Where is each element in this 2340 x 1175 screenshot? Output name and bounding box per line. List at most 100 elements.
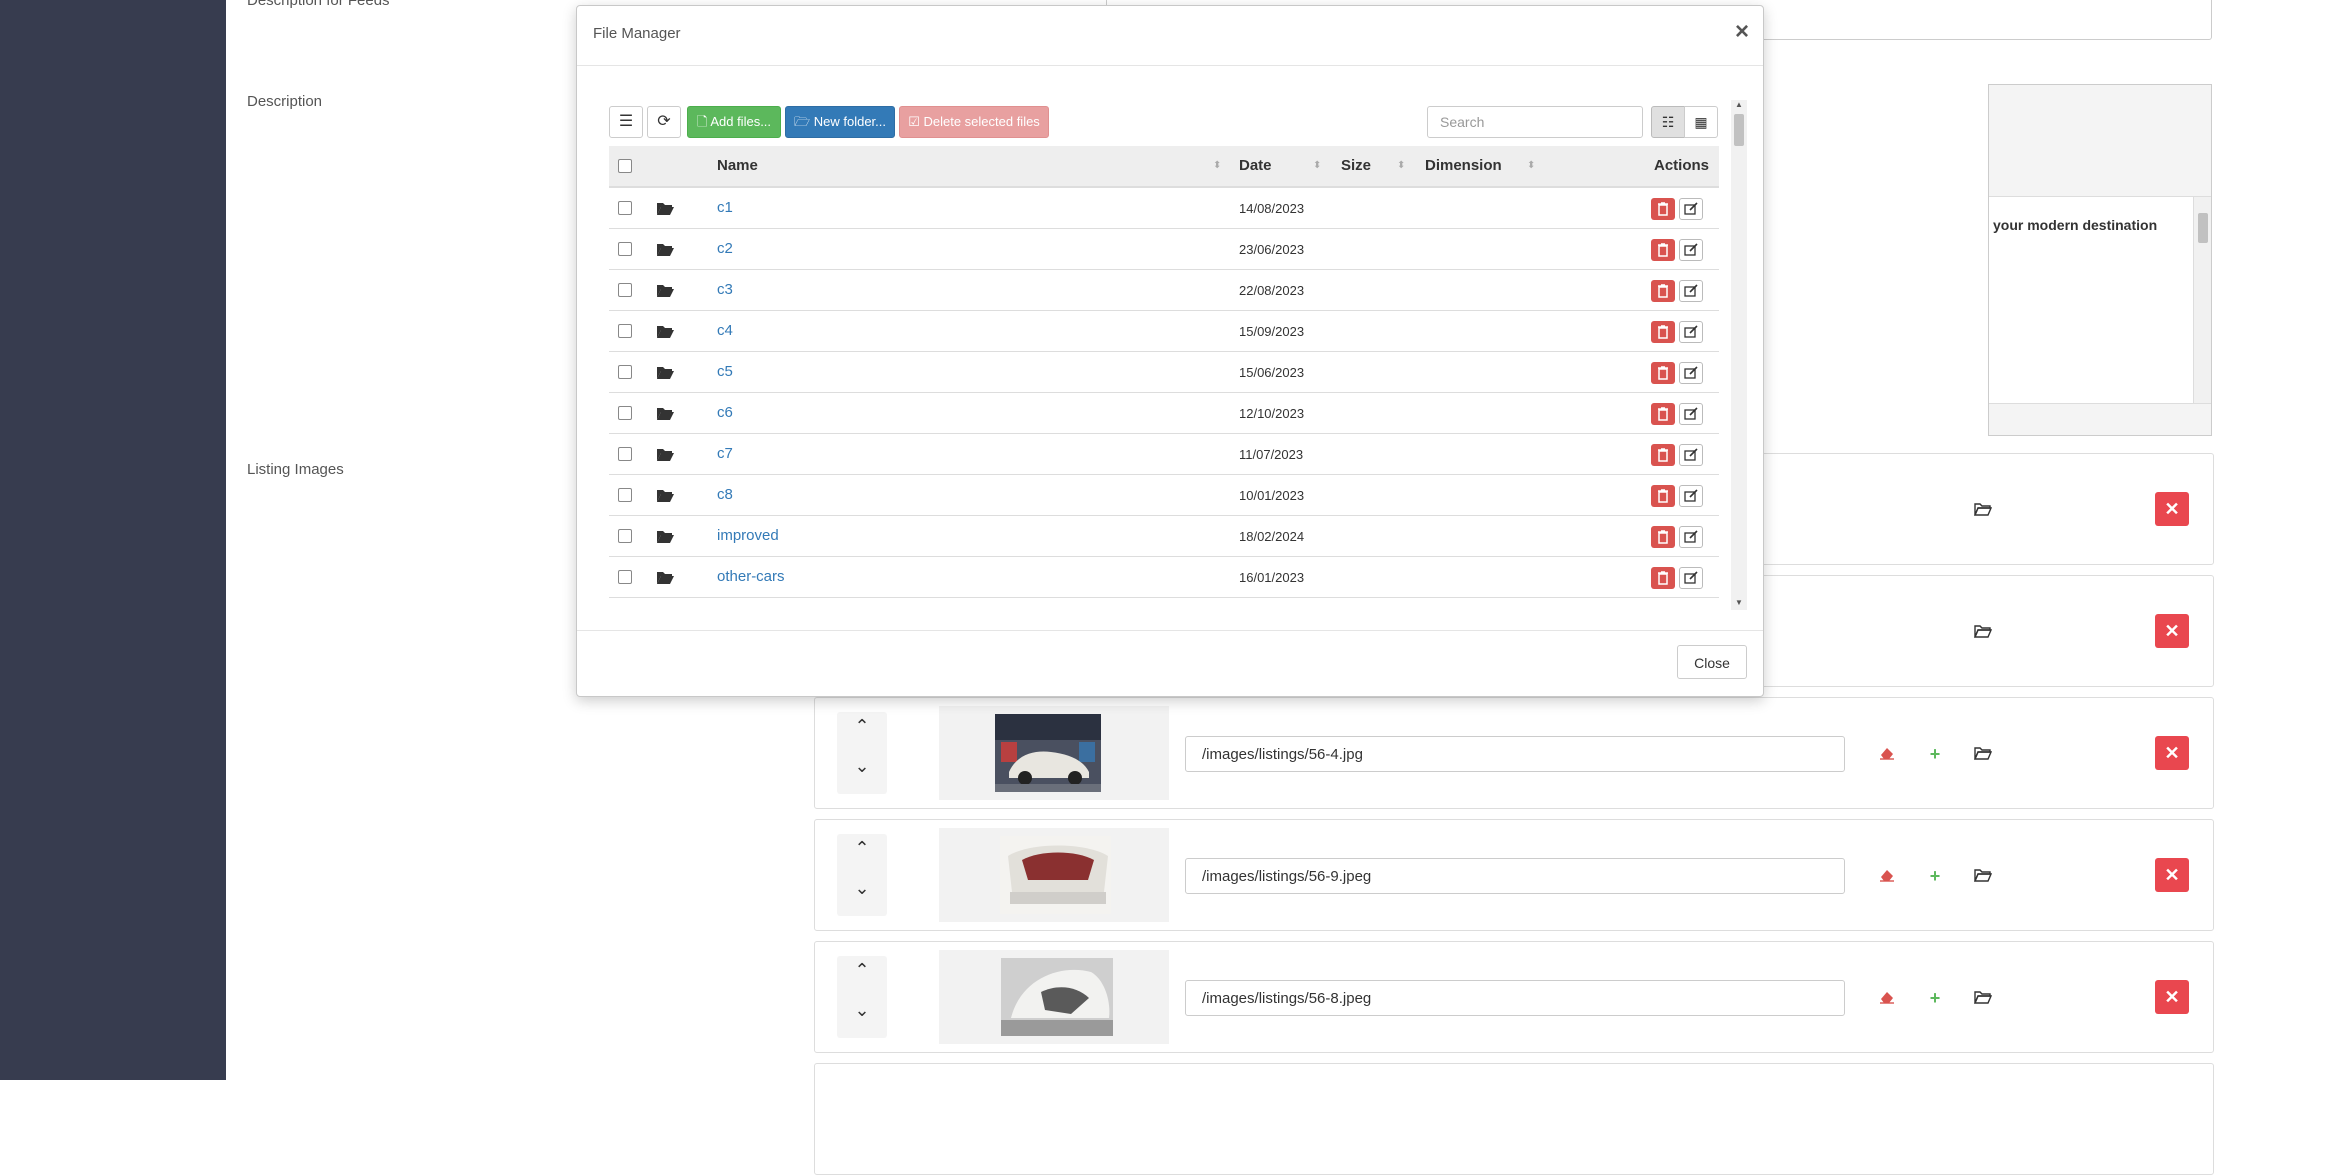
close-button[interactable]: Close — [1677, 645, 1747, 679]
description-editor[interactable]: your modern destination — [1988, 84, 2212, 436]
edit-file-button[interactable] — [1679, 239, 1703, 261]
remove-image-button[interactable]: ✕ — [2155, 492, 2189, 526]
scroll-down-icon[interactable]: ▼ — [1731, 598, 1747, 610]
delete-file-button[interactable] — [1651, 198, 1675, 220]
chevron-up-icon[interactable]: ⌃ — [837, 838, 887, 859]
delete-file-button[interactable] — [1651, 403, 1675, 425]
file-name-link[interactable]: c7 — [717, 445, 733, 462]
file-name-link[interactable]: c2 — [717, 240, 733, 257]
edit-file-button[interactable] — [1679, 198, 1703, 220]
edit-file-button[interactable] — [1679, 403, 1703, 425]
table-row[interactable]: c8 10/01/2023 — [609, 475, 1719, 516]
table-row[interactable]: c3 22/08/2023 — [609, 270, 1719, 311]
folder-open-icon[interactable] — [1963, 614, 2003, 650]
edit-file-button[interactable] — [1679, 280, 1703, 302]
new-folder-button[interactable]: 🗁 New folder... — [785, 106, 895, 138]
file-name-link[interactable]: c6 — [717, 404, 733, 421]
folder-open-icon[interactable] — [1963, 736, 2003, 772]
scroll-thumb[interactable] — [1734, 114, 1744, 146]
chevron-down-icon[interactable]: ⌄ — [837, 756, 887, 777]
file-date: 14/08/2023 — [1239, 201, 1305, 216]
file-name-link[interactable]: other-cars — [717, 568, 785, 585]
row-checkbox[interactable] — [618, 201, 632, 215]
editor-toolbar — [1989, 85, 2211, 197]
table-row[interactable]: c6 12/10/2023 — [609, 393, 1719, 434]
chevron-up-icon[interactable]: ⌃ — [837, 716, 887, 737]
editor-content[interactable]: your modern destination — [1989, 197, 2194, 405]
add-files-button[interactable]: 🗋 Add files... — [687, 106, 781, 138]
row-checkbox[interactable] — [618, 283, 632, 297]
delete-file-button[interactable] — [1651, 485, 1675, 507]
edit-file-button[interactable] — [1679, 526, 1703, 548]
search-input[interactable] — [1427, 106, 1643, 138]
row-checkbox[interactable] — [618, 570, 632, 584]
file-name-link[interactable]: c5 — [717, 363, 733, 380]
chevron-down-icon[interactable]: ⌄ — [837, 1000, 887, 1021]
row-checkbox[interactable] — [618, 324, 632, 338]
row-checkbox[interactable] — [618, 365, 632, 379]
delete-file-button[interactable] — [1651, 567, 1675, 589]
file-list-scrollbar[interactable]: ▲ ▼ — [1731, 100, 1747, 610]
remove-image-button[interactable]: ✕ — [2155, 736, 2189, 770]
file-name-link[interactable]: c1 — [717, 199, 733, 216]
delete-file-button[interactable] — [1651, 444, 1675, 466]
plus-icon[interactable]: + — [1915, 858, 1955, 894]
column-name[interactable]: Name — [717, 146, 758, 186]
row-checkbox[interactable] — [618, 488, 632, 502]
edit-file-button[interactable] — [1679, 362, 1703, 384]
file-name-link[interactable]: c8 — [717, 486, 733, 503]
delete-file-button[interactable] — [1651, 362, 1675, 384]
select-all-checkbox[interactable] — [618, 159, 632, 173]
eraser-icon[interactable] — [1867, 980, 1907, 1016]
remove-image-button[interactable]: ✕ — [2155, 858, 2189, 892]
delete-file-button[interactable] — [1651, 526, 1675, 548]
list-view-button[interactable]: ☷ — [1651, 106, 1685, 138]
folder-open-icon[interactable] — [1963, 492, 2003, 528]
edit-file-button[interactable] — [1679, 444, 1703, 466]
eraser-icon[interactable] — [1867, 736, 1907, 772]
image-path-input[interactable] — [1185, 980, 1845, 1016]
folder-open-icon[interactable] — [1963, 858, 2003, 894]
folder-open-icon — [657, 531, 674, 543]
table-row[interactable]: c2 23/06/2023 — [609, 229, 1719, 270]
editor-scrollbar[interactable] — [2193, 197, 2211, 405]
table-row[interactable]: c5 15/06/2023 — [609, 352, 1719, 393]
row-checkbox[interactable] — [618, 406, 632, 420]
column-size[interactable]: Size — [1341, 146, 1371, 186]
file-name-link[interactable]: c4 — [717, 322, 733, 339]
chevron-up-icon[interactable]: ⌃ — [837, 960, 887, 981]
delete-file-button[interactable] — [1651, 321, 1675, 343]
grid-view-button[interactable]: ▦ — [1684, 106, 1718, 138]
folder-open-icon[interactable] — [1963, 980, 2003, 1016]
delete-selected-button[interactable]: ☑ Delete selected files — [899, 106, 1049, 138]
plus-icon[interactable]: + — [1915, 980, 1955, 1016]
table-row[interactable]: c4 15/09/2023 — [609, 311, 1719, 352]
chevron-down-icon[interactable]: ⌄ — [837, 878, 887, 899]
remove-image-button[interactable]: ✕ — [2155, 980, 2189, 1014]
file-name-link[interactable]: c3 — [717, 281, 733, 298]
delete-file-button[interactable] — [1651, 239, 1675, 261]
image-path-input[interactable] — [1185, 858, 1845, 894]
row-checkbox[interactable] — [618, 529, 632, 543]
delete-file-button[interactable] — [1651, 280, 1675, 302]
eraser-icon[interactable] — [1867, 858, 1907, 894]
menu-toggle-button[interactable]: ☰ — [609, 106, 643, 138]
column-date[interactable]: Date — [1239, 146, 1272, 186]
row-checkbox[interactable] — [618, 242, 632, 256]
remove-image-button[interactable]: ✕ — [2155, 614, 2189, 648]
refresh-button[interactable]: ⟳ — [647, 106, 681, 138]
plus-icon[interactable]: + — [1915, 736, 1955, 772]
row-checkbox[interactable] — [618, 447, 632, 461]
file-name-link[interactable]: improved — [717, 527, 779, 544]
table-row[interactable]: c7 11/07/2023 — [609, 434, 1719, 475]
scroll-up-icon[interactable]: ▲ — [1731, 100, 1747, 112]
image-path-input[interactable] — [1185, 736, 1845, 772]
edit-file-button[interactable] — [1679, 321, 1703, 343]
close-icon[interactable]: × — [1735, 20, 1749, 44]
edit-file-button[interactable] — [1679, 485, 1703, 507]
column-dimension[interactable]: Dimension — [1425, 146, 1502, 186]
edit-file-button[interactable] — [1679, 567, 1703, 589]
table-row[interactable]: improved 18/02/2024 — [609, 516, 1719, 557]
table-row[interactable]: c1 14/08/2023 — [609, 188, 1719, 229]
table-row[interactable]: other-cars 16/01/2023 — [609, 557, 1719, 598]
